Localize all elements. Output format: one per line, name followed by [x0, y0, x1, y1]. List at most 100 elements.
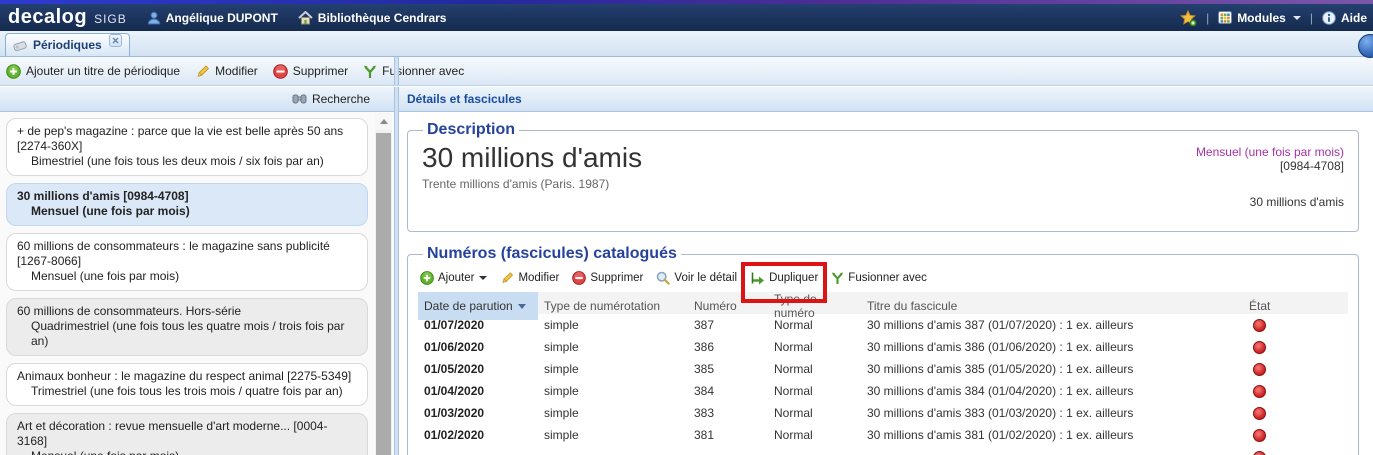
delete-label: Supprimer	[293, 64, 348, 78]
issue-merge-button[interactable]: Fusionner avec	[831, 271, 927, 285]
scroll-up-icon	[380, 119, 388, 124]
periodical-tag-icon	[12, 39, 28, 52]
issue-delete-button[interactable]: Supprimer	[572, 271, 643, 285]
sidebar-scrollbar[interactable]	[375, 113, 392, 455]
cell-title: 30 millions d'amis 386 (01/06/2020) : 1 …	[861, 340, 1243, 354]
issue-edit-button[interactable]: Modifier	[500, 271, 559, 285]
cell-status	[1243, 319, 1348, 332]
app-logo: decalog SIGB	[8, 6, 127, 29]
cell-status	[1243, 429, 1348, 442]
status-red-icon	[1253, 451, 1266, 455]
scroll-up-button[interactable]	[375, 113, 392, 130]
merge-icon	[831, 271, 844, 285]
add-periodical-button[interactable]: Ajouter un titre de périodique	[6, 64, 180, 79]
column-header[interactable]: Date de parution	[418, 292, 538, 320]
periodical-item-frequency: Trimestriel (une fois tous les trois moi…	[17, 384, 357, 399]
issues-toolbar: Ajouter Modifier	[418, 265, 1348, 292]
table-row-partial	[418, 446, 1348, 455]
periodical-list-item[interactable]: + de pep's magazine : parce que la vie e…	[6, 118, 368, 176]
cell-date: 01/05/2020	[418, 362, 538, 376]
cell-number: 384	[688, 384, 768, 398]
status-red-icon	[1253, 319, 1266, 332]
delete-button[interactable]: Supprimer	[273, 64, 348, 79]
cell-status	[1243, 341, 1348, 354]
scrollbar-thumb[interactable]	[376, 133, 391, 455]
periodical-item-frequency: Mensuel (une fois par mois)	[17, 204, 357, 219]
cell-number-type: Normal	[768, 362, 861, 376]
tab-bar: Périodiques	[0, 31, 1373, 57]
periodical-item-title: Art et décoration : revue mensuelle d'ar…	[17, 419, 357, 449]
edit-button[interactable]: Modifier	[195, 64, 258, 79]
periodical-list-item[interactable]: 60 millions de consommateurs. Hors-série…	[6, 298, 368, 356]
periodical-item-title: + de pep's magazine : parce que la vie e…	[17, 124, 357, 154]
table-row[interactable]: 01/02/2020simple381Normal30 millions d'a…	[418, 424, 1348, 446]
table-row[interactable]: 01/06/2020simple386Normal30 millions d'a…	[418, 336, 1348, 358]
tab-periodiques[interactable]: Périodiques	[5, 33, 130, 56]
issue-duplicate-button[interactable]: Dupliquer	[750, 271, 818, 285]
table-row[interactable]: 01/03/2020simple383Normal30 millions d'a…	[418, 402, 1348, 424]
column-header[interactable]: Type de numérotation	[538, 292, 688, 320]
table-row[interactable]: 01/04/2020simple384Normal30 millions d'a…	[418, 380, 1348, 402]
column-header[interactable]: Titre du fascicule	[861, 292, 1243, 320]
cell-number-type: Normal	[768, 384, 861, 398]
chevron-down-icon	[479, 276, 487, 280]
current-user[interactable]: Angélique DUPONT	[147, 11, 278, 25]
column-header[interactable]: État	[1243, 292, 1348, 320]
cell-date: 01/03/2020	[418, 406, 538, 420]
add-periodical-label: Ajouter un titre de périodique	[26, 64, 180, 78]
column-header-label: Titre du fascicule	[867, 299, 957, 313]
cell-numbering: simple	[538, 384, 688, 398]
favorites-icon[interactable]	[1180, 10, 1197, 26]
pencil-icon	[195, 64, 210, 79]
periodical-list: + de pep's magazine : parce que la vie e…	[0, 112, 394, 455]
table-row[interactable]: 01/05/2020simple385Normal30 millions d'a…	[418, 358, 1348, 380]
modules-menu[interactable]: Modules	[1218, 11, 1301, 25]
separator: |	[1206, 11, 1209, 25]
home-icon	[298, 11, 313, 25]
modules-label: Modules	[1237, 11, 1286, 25]
panel-toggle-button[interactable]	[1358, 34, 1373, 58]
details-panel-header: Détails et fascicules	[399, 87, 1373, 112]
column-header-label: Date de parution	[424, 299, 513, 313]
cell-numbering: simple	[538, 340, 688, 354]
duplicate-icon	[750, 271, 765, 285]
cell-numbering: simple	[538, 362, 688, 376]
cell-number-type: Normal	[768, 318, 861, 332]
magnifier-icon	[656, 271, 670, 285]
close-icon[interactable]	[109, 34, 122, 47]
cell-number-type: Normal	[768, 406, 861, 420]
periodical-list-item[interactable]: Animaux bonheur : le magazine du respect…	[6, 363, 368, 406]
periodical-item-title: 30 millions d'amis [0984-4708]	[17, 189, 357, 204]
periodical-list-item[interactable]: 60 millions de consommateurs : le magazi…	[6, 233, 368, 291]
status-red-icon	[1253, 341, 1266, 354]
info-icon	[1322, 11, 1336, 25]
topbar-right: | Modules | Aide	[1180, 10, 1367, 26]
cell-status	[1243, 363, 1348, 376]
status-red-icon	[1253, 363, 1266, 376]
description-meta: Mensuel (une fois par mois) [0984-4708] …	[1196, 141, 1344, 223]
issue-add-button[interactable]: Ajouter	[420, 271, 487, 285]
column-header[interactable]: Type de numéro	[768, 292, 861, 320]
periodical-list-item[interactable]: 30 millions d'amis [0984-4708]Mensuel (u…	[6, 183, 368, 226]
issue-view-detail-button[interactable]: Voir le détail	[656, 271, 737, 285]
help-menu[interactable]: Aide	[1322, 11, 1367, 25]
search-button[interactable]: Recherche	[292, 92, 370, 106]
issue-add-label: Ajouter	[438, 272, 474, 284]
issues-section: Numéros (fascicules) catalogués Ajouter	[407, 245, 1359, 455]
cell-title: 30 millions d'amis 384 (01/04/2020) : 1 …	[861, 384, 1243, 398]
add-icon	[6, 64, 21, 79]
cell-numbering: simple	[538, 406, 688, 420]
cell-date: 01/02/2020	[418, 428, 538, 442]
table-row[interactable]: 01/07/2020simple387Normal30 millions d'a…	[418, 314, 1348, 336]
add-icon	[420, 271, 434, 285]
sort-desc-icon	[518, 304, 526, 309]
cell-status	[1243, 385, 1348, 398]
cell-number: 385	[688, 362, 768, 376]
periodical-list-item[interactable]: Art et décoration : revue mensuelle d'ar…	[6, 413, 368, 455]
column-header[interactable]: Numéro	[688, 292, 768, 320]
periodical-item-title: 60 millions de consommateurs. Hors-série	[17, 304, 357, 319]
user-icon	[147, 11, 161, 25]
current-library[interactable]: Bibliothèque Cendrars	[298, 11, 447, 25]
cell-title: 30 millions d'amis 383 (01/03/2020) : 1 …	[861, 406, 1243, 420]
column-header-label: Type de numérotation	[544, 299, 660, 313]
